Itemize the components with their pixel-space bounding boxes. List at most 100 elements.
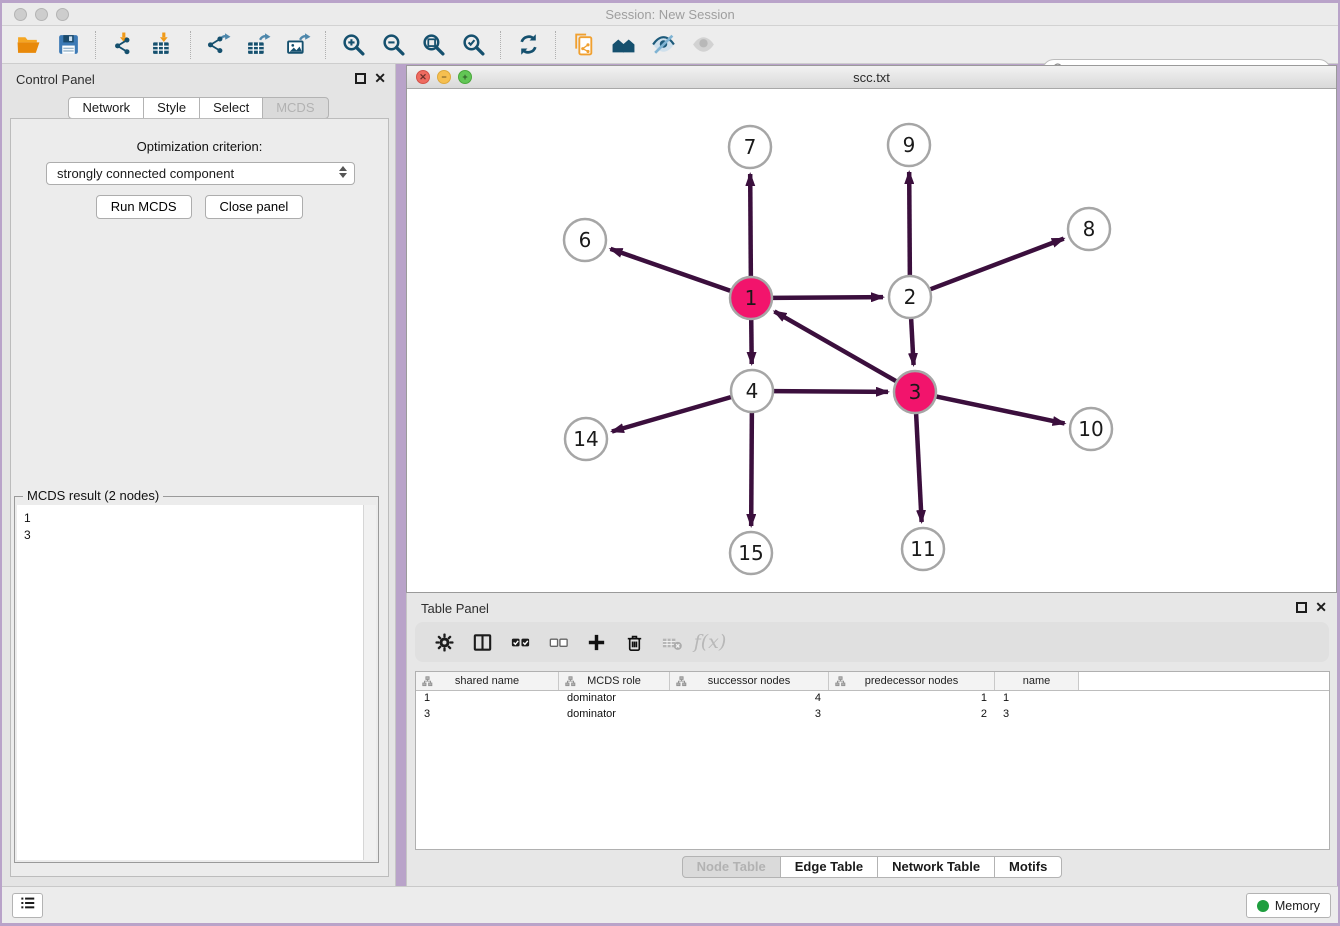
table-cell[interactable]: dominator xyxy=(559,707,670,723)
first-neighbors-icon[interactable] xyxy=(606,29,640,61)
close-panel-button[interactable]: Close panel xyxy=(205,195,304,219)
node-label-6: 6 xyxy=(579,228,592,252)
edge-3-10[interactable] xyxy=(937,397,1065,424)
table-panel: Table Panel ✕ f(x) shared nameMCDS roles… xyxy=(406,593,1337,886)
run-mcds-button[interactable]: Run MCDS xyxy=(96,195,192,219)
table-panel-title: Table Panel xyxy=(421,601,489,616)
open-file-icon[interactable] xyxy=(11,29,45,61)
table-settings-gear-icon[interactable] xyxy=(429,627,459,657)
minimize-view-button[interactable]: − xyxy=(437,70,451,84)
mcds-buttons: Run MCDS Close panel xyxy=(11,195,388,219)
table-cell[interactable]: 3 xyxy=(995,707,1079,723)
close-view-button[interactable]: ✕ xyxy=(416,70,430,84)
control-panel-title: Control Panel xyxy=(16,72,95,87)
zoom-selected-icon[interactable] xyxy=(456,29,490,61)
tab-network[interactable]: Network xyxy=(68,97,144,119)
table-cell[interactable]: 1 xyxy=(829,691,995,707)
tab-style[interactable]: Style xyxy=(143,97,200,119)
tab-edge-table[interactable]: Edge Table xyxy=(780,856,878,878)
table-cell[interactable]: 4 xyxy=(670,691,829,707)
deselect-all-checkboxes-icon[interactable] xyxy=(543,627,573,657)
edge-1-6[interactable] xyxy=(610,249,730,291)
save-session-icon[interactable] xyxy=(51,29,85,61)
column-label: successor nodes xyxy=(708,675,791,687)
column-header-successor-nodes[interactable]: successor nodes xyxy=(670,672,829,690)
edge-1-2[interactable] xyxy=(773,297,883,298)
minimize-window-button[interactable] xyxy=(35,8,48,21)
toolbar-separator xyxy=(500,31,501,59)
result-line: 3 xyxy=(24,527,376,544)
toolbar-separator xyxy=(190,31,191,59)
delete-row-trash-icon[interactable] xyxy=(619,627,649,657)
maximize-view-button[interactable]: + xyxy=(458,70,472,84)
task-list-button[interactable] xyxy=(12,893,43,918)
refresh-layout-icon[interactable] xyxy=(511,29,545,61)
network-graph-canvas[interactable]: 7968124314101511 xyxy=(407,89,1336,592)
float-table-panel-icon[interactable] xyxy=(1296,602,1307,613)
edge-4-14[interactable] xyxy=(612,397,731,431)
close-panel-icon[interactable]: ✕ xyxy=(374,73,386,84)
float-panel-icon[interactable] xyxy=(355,73,366,84)
add-row-plus-icon[interactable] xyxy=(581,627,611,657)
tab-select[interactable]: Select xyxy=(199,97,263,119)
table-cell[interactable]: 1 xyxy=(416,691,559,707)
table-row[interactable]: 1dominator411 xyxy=(416,691,1329,707)
new-network-from-selection-icon[interactable] xyxy=(566,29,600,61)
attribute-tree-icon xyxy=(676,676,687,690)
main-titlebar: Session: New Session xyxy=(2,3,1338,26)
main-toolbar xyxy=(2,26,1338,64)
import-table-icon[interactable] xyxy=(146,29,180,61)
close-window-button[interactable] xyxy=(14,8,27,21)
table-body: 1dominator4113dominator323 xyxy=(416,691,1329,723)
select-stepper-icon xyxy=(339,166,347,178)
zoom-in-icon[interactable] xyxy=(336,29,370,61)
network-view-title: scc.txt xyxy=(853,70,890,85)
column-header-name[interactable]: name xyxy=(995,672,1079,690)
table-cell[interactable]: 3 xyxy=(416,707,559,723)
edge-4-3[interactable] xyxy=(774,391,888,392)
select-all-checkboxes-icon[interactable] xyxy=(505,627,535,657)
network-view-window: ✕ − + scc.txt 7968124314101511 xyxy=(406,65,1337,593)
maximize-window-button[interactable] xyxy=(56,8,69,21)
tab-mcds[interactable]: MCDS xyxy=(262,97,328,119)
zoom-out-icon[interactable] xyxy=(376,29,410,61)
attribute-tree-icon xyxy=(565,676,576,690)
table-cell[interactable]: 3 xyxy=(670,707,829,723)
optimization-criterion-label: Optimization criterion: xyxy=(11,139,388,154)
control-panel: Control Panel ✕ NetworkStyleSelectMCDS O… xyxy=(2,64,396,886)
table-cell[interactable]: 1 xyxy=(995,691,1079,707)
column-header-MCDS-role[interactable]: MCDS role xyxy=(559,672,670,690)
export-table-icon[interactable] xyxy=(241,29,275,61)
edge-3-11[interactable] xyxy=(916,414,922,522)
edge-1-7[interactable] xyxy=(750,174,751,276)
mcds-result-lines: 13 xyxy=(17,505,376,544)
criterion-select[interactable]: strongly connected component xyxy=(46,162,355,185)
table-cell[interactable]: 2 xyxy=(829,707,995,723)
node-label-14: 14 xyxy=(573,427,598,451)
edge-2-3[interactable] xyxy=(911,319,913,365)
node-label-3: 3 xyxy=(909,380,922,404)
tab-network-table[interactable]: Network Table xyxy=(877,856,995,878)
memory-button[interactable]: Memory xyxy=(1246,893,1331,918)
tab-motifs[interactable]: Motifs xyxy=(994,856,1062,878)
column-header-predecessor-nodes[interactable]: predecessor nodes xyxy=(829,672,995,690)
table-row[interactable]: 3dominator323 xyxy=(416,707,1329,723)
node-label-4: 4 xyxy=(746,379,759,403)
close-table-panel-icon[interactable]: ✕ xyxy=(1315,602,1327,613)
edge-2-8[interactable] xyxy=(931,239,1064,290)
edge-2-9[interactable] xyxy=(909,172,910,275)
table-cell[interactable]: dominator xyxy=(559,691,670,707)
tab-node-table[interactable]: Node Table xyxy=(682,856,781,878)
export-image-icon[interactable] xyxy=(281,29,315,61)
edge-4-15[interactable] xyxy=(751,413,752,526)
split-view-icon[interactable] xyxy=(467,627,497,657)
toolbar-icon-group xyxy=(8,29,723,61)
import-network-icon[interactable] xyxy=(106,29,140,61)
zoom-fit-icon[interactable] xyxy=(416,29,450,61)
edge-3-1[interactable] xyxy=(774,311,895,381)
hide-selected-eye-slash-icon[interactable] xyxy=(646,29,680,61)
result-scrollbar[interactable] xyxy=(363,505,376,860)
mcds-result-area[interactable]: 13 xyxy=(17,505,376,860)
export-network-icon[interactable] xyxy=(201,29,235,61)
column-header-shared-name[interactable]: shared name xyxy=(416,672,559,690)
